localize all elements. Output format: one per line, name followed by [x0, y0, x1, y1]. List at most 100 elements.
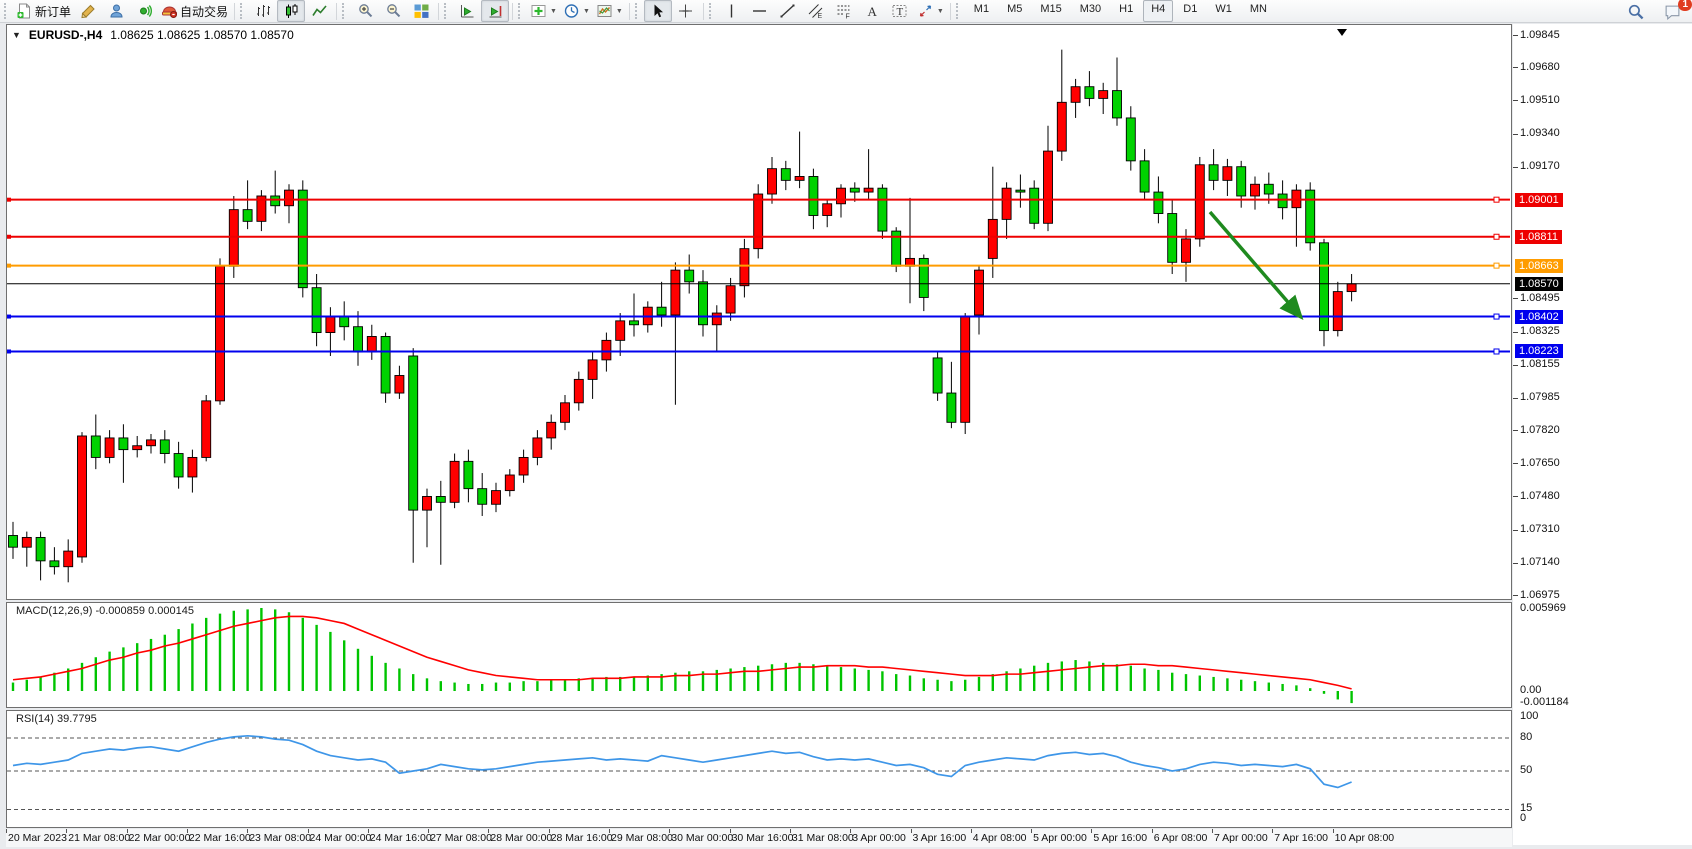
- cursor-button[interactable]: [644, 0, 672, 22]
- toolbar-grip: [709, 3, 716, 19]
- zoom-out-icon: [385, 3, 402, 19]
- search-button[interactable]: [1622, 1, 1650, 23]
- time-tick: [1031, 829, 1032, 833]
- time-tick: [247, 829, 248, 833]
- timeframe-M30-button[interactable]: M30: [1072, 0, 1109, 22]
- time-axis[interactable]: 20 Mar 202321 Mar 08:0022 Mar 00:0022 Ma…: [6, 829, 1512, 847]
- macd-axis-label: 0.00: [1520, 684, 1541, 696]
- arrows-button[interactable]: ▼: [914, 0, 947, 22]
- trendline-button[interactable]: [774, 0, 802, 22]
- price-tag-1.08570: 1.08570: [1515, 277, 1563, 291]
- time-tick: [790, 829, 791, 833]
- toolbar-separator: [703, 3, 704, 20]
- auto-scroll-button[interactable]: [481, 0, 509, 22]
- timeframe-M1-button[interactable]: M1: [966, 0, 997, 22]
- time-label: 7 Apr 16:00: [1274, 832, 1328, 844]
- hline-button[interactable]: [746, 0, 774, 22]
- one-click-trading-toggle[interactable]: ▼: [12, 30, 21, 40]
- rsi-panel[interactable]: [6, 710, 1512, 828]
- timeframe-H1-button[interactable]: H1: [1111, 0, 1141, 22]
- time-tick: [1152, 829, 1153, 833]
- time-label: 29 Mar 08:00: [611, 832, 673, 844]
- time-label: 6 Apr 08:00: [1154, 832, 1208, 844]
- time-label: 5 Apr 16:00: [1093, 832, 1147, 844]
- macd-axis-label: -0.001184: [1520, 696, 1569, 708]
- candle-chart-button[interactable]: [277, 0, 305, 22]
- autotrading-button[interactable]: 自动交易: [158, 0, 231, 22]
- main-chart-panel[interactable]: [6, 24, 1512, 600]
- autotrading-button-label: 自动交易: [180, 3, 228, 20]
- rsi-axis-label: 100: [1520, 710, 1538, 722]
- price-tick-label: 1.06975: [1520, 589, 1560, 601]
- trend-arrow[interactable]: [1210, 212, 1300, 316]
- shift-icon: [459, 3, 476, 19]
- price-tick-label: 1.08495: [1520, 292, 1560, 304]
- profile-button[interactable]: [102, 0, 130, 22]
- crosshair-button[interactable]: [672, 0, 700, 22]
- timeframe-W1-button[interactable]: W1: [1207, 0, 1240, 22]
- rsi-label: RSI(14) 39.7795: [16, 713, 97, 725]
- toolbar-separator: [629, 3, 630, 20]
- vline-button[interactable]: [718, 0, 746, 22]
- time-tick: [66, 829, 67, 833]
- price-axis[interactable]: 1.098451.096801.095101.093401.091701.084…: [1513, 24, 1692, 845]
- label-button[interactable]: T: [886, 0, 914, 22]
- price-tick-label: 1.09340: [1520, 127, 1560, 139]
- timeframe-M15-button[interactable]: M15: [1032, 0, 1069, 22]
- line-chart-button[interactable]: [305, 0, 333, 22]
- templates-button[interactable]: ▼: [593, 0, 626, 22]
- price-tick-label: 1.09170: [1520, 160, 1560, 172]
- time-tick: [428, 829, 429, 833]
- chart-header: ▼ EURUSD-,H4 1.08625 1.08625 1.08570 1.0…: [12, 28, 294, 42]
- clock-icon: [563, 3, 580, 19]
- timeframe-MN-button[interactable]: MN: [1242, 0, 1275, 22]
- crayon-icon: [80, 3, 97, 19]
- indicators-button[interactable]: ▼: [527, 0, 560, 22]
- timeframe-H4-button[interactable]: H4: [1143, 0, 1173, 22]
- doc-plus-icon: [16, 3, 33, 19]
- svg-text:T: T: [897, 6, 904, 18]
- chevron-down-icon: ▼: [550, 8, 557, 15]
- timeframe-D1-button[interactable]: D1: [1175, 0, 1205, 22]
- styles-button[interactable]: [74, 0, 102, 22]
- bar-chart-button[interactable]: [249, 0, 277, 22]
- timeframe-M5-button[interactable]: M5: [999, 0, 1030, 22]
- price-tick-label: 1.08155: [1520, 358, 1560, 370]
- tile-windows-button[interactable]: [407, 0, 435, 22]
- periods-button[interactable]: ▼: [560, 0, 593, 22]
- bars-icon: [255, 3, 272, 19]
- toolbar-grip: [4, 3, 11, 19]
- time-label: 30 Mar 16:00: [732, 832, 794, 844]
- price-tick: [1513, 398, 1518, 399]
- toolbar-separator: [336, 3, 337, 20]
- time-label: 3 Apr 00:00: [852, 832, 906, 844]
- toolbar-grip: [342, 3, 349, 19]
- rsi-axis-label: 0: [1520, 812, 1526, 824]
- fibo-button[interactable]: F: [830, 0, 858, 22]
- channel-button[interactable]: E: [802, 0, 830, 22]
- text-t-icon: T: [891, 3, 908, 19]
- notifications-button[interactable]: 1: [1658, 1, 1686, 23]
- candlestick-chart[interactable]: [7, 25, 1511, 599]
- new-order-button[interactable]: 新订单: [13, 0, 74, 22]
- time-label: 28 Mar 16:00: [551, 832, 613, 844]
- price-tick-label: 1.09845: [1520, 29, 1560, 41]
- time-tick: [609, 829, 610, 833]
- time-tick: [911, 829, 912, 833]
- time-label: 24 Mar 16:00: [370, 832, 432, 844]
- chart-shift-button[interactable]: [453, 0, 481, 22]
- zoom-out-button[interactable]: [379, 0, 407, 22]
- price-tick: [1513, 595, 1518, 596]
- text-button[interactable]: A: [858, 0, 886, 22]
- text-a-icon: A: [863, 3, 880, 19]
- macd-panel[interactable]: [6, 602, 1512, 708]
- time-tick: [850, 829, 851, 833]
- chart-shift-marker[interactable]: [1337, 29, 1347, 36]
- price-tick-label: 1.09680: [1520, 61, 1560, 73]
- zoom-in-button[interactable]: [351, 0, 379, 22]
- time-label: 7 Apr 00:00: [1214, 832, 1268, 844]
- time-label: 3 Apr 16:00: [913, 832, 967, 844]
- time-label: 20 Mar 2023: [8, 832, 67, 844]
- alerts-button[interactable]: [130, 0, 158, 22]
- time-label: 21 Mar 08:00: [68, 832, 130, 844]
